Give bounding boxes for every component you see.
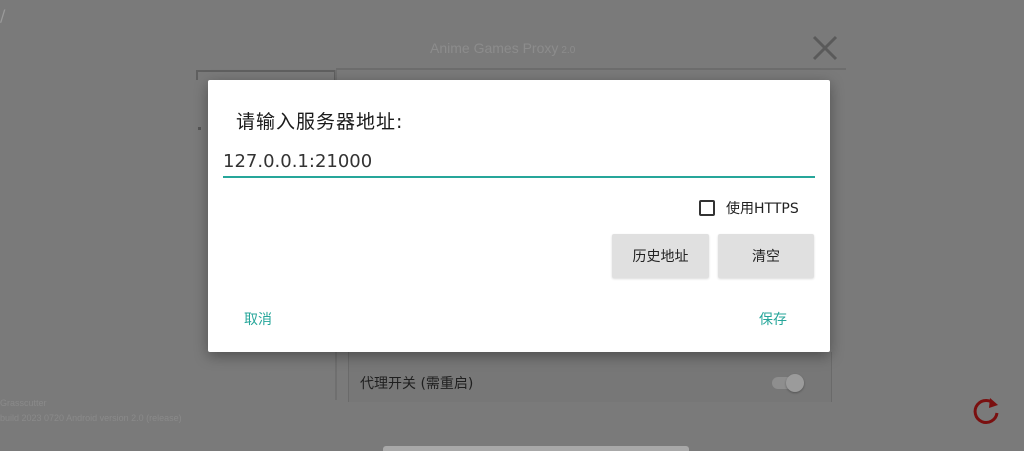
close-icon[interactable] xyxy=(810,33,840,63)
server-address-input[interactable] xyxy=(223,146,815,178)
dialog-title: 请输入服务器地址: xyxy=(236,111,404,133)
left-panel-frame xyxy=(196,70,336,80)
app-title: Anime Games Proxy 2.0 xyxy=(430,40,575,56)
server-address-dialog: 请输入服务器地址: 使用HTTPS 历史地址 清空 取消 保存 xyxy=(208,80,830,352)
cancel-button[interactable]: 取消 xyxy=(244,309,272,329)
proxy-toggle-switch[interactable] xyxy=(770,374,806,392)
footer-app-name: Grasscutter xyxy=(0,398,47,408)
corner-glyph-icon: / xyxy=(0,6,6,25)
proxy-toggle-label: 代理开关 (需重启) xyxy=(360,376,474,392)
refresh-icon[interactable] xyxy=(968,393,1004,429)
footer-build-info: build 2023 0720 Android version 2.0 (rel… xyxy=(0,413,182,423)
switch-thumb xyxy=(786,374,804,392)
clear-button[interactable]: 清空 xyxy=(718,234,814,278)
checkbox-icon[interactable] xyxy=(699,200,715,216)
https-option[interactable]: 使用HTTPS xyxy=(699,197,799,219)
app-version: 2.0 xyxy=(561,45,576,56)
app-title-text: Anime Games Proxy xyxy=(430,40,559,56)
header-divider xyxy=(336,68,846,70)
left-panel-marker xyxy=(198,127,201,130)
bottom-gesture-bar xyxy=(383,446,689,451)
history-address-button[interactable]: 历史地址 xyxy=(612,234,709,278)
app-screen: / Anime Games Proxy 2.0 代理开关 (需重启) Grassc… xyxy=(0,0,1024,451)
save-button[interactable]: 保存 xyxy=(759,309,787,329)
https-label: 使用HTTPS xyxy=(726,201,799,217)
